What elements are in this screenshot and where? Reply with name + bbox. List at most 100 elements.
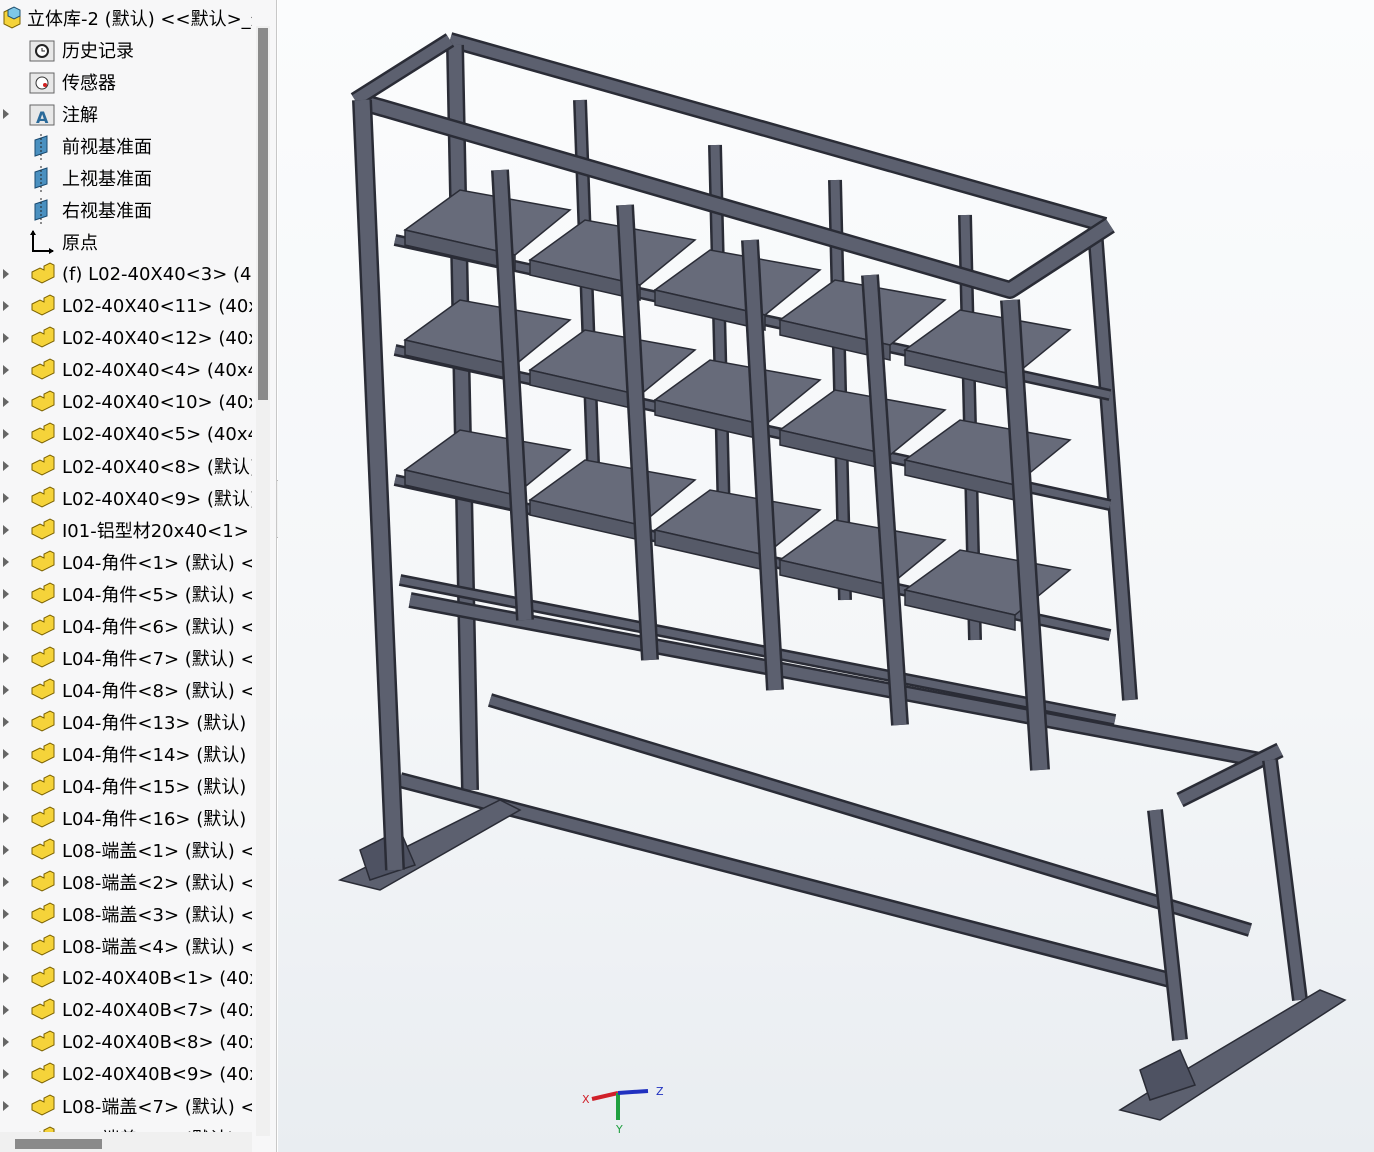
part-icon (31, 1062, 55, 1084)
expand-arrow-icon[interactable] (3, 1069, 9, 1079)
rack-3d-model[interactable] (278, 0, 1374, 1152)
expand-arrow-icon[interactable] (3, 781, 9, 791)
top-left-beam (352, 35, 453, 105)
expand-arrow-icon[interactable] (3, 973, 9, 983)
origin-icon (30, 230, 54, 254)
tree-root-label: 立体库-2 (默认) <<默认>_外 (27, 9, 252, 30)
tree-vertical-scroll-thumb[interactable] (258, 28, 268, 400)
tree-item-label: 前视基准面 (62, 137, 152, 158)
tree-item[interactable]: L04-角件<5> (默认) < (0, 578, 252, 610)
tree-item-label: L02-40X40B<8> (40x4 (62, 1031, 252, 1053)
tree-item-label: L04-角件<5> (默认) < (62, 585, 252, 606)
expand-arrow-icon[interactable] (3, 525, 9, 535)
expand-arrow-icon[interactable] (3, 397, 9, 407)
tree-item-label: 原点 (62, 233, 98, 254)
expand-arrow-icon[interactable] (3, 269, 9, 279)
back-left-post (448, 44, 477, 791)
expand-arrow-icon[interactable] (3, 333, 9, 343)
expand-arrow-icon[interactable] (3, 1101, 9, 1111)
tree-item[interactable]: L02-40X40B<1> (40x4 (0, 962, 252, 994)
expand-arrow-icon[interactable] (3, 653, 9, 663)
expand-arrow-icon[interactable] (3, 909, 9, 919)
expand-arrow-icon[interactable] (3, 717, 9, 727)
tree-root-assembly[interactable]: 立体库-2 (默认) <<默认>_外 (0, 2, 252, 34)
tree-item[interactable]: 历史记录 (0, 34, 252, 66)
tree-item[interactable]: L02-40X40<10> (40x4 (0, 386, 252, 418)
tree-item-label: (f) L02-40X40<3> (40 (62, 263, 252, 285)
tree-item[interactable]: L04-角件<15> (默认) < (0, 770, 252, 802)
history-folder-icon (29, 40, 55, 62)
tree-item[interactable]: L02-40X40<5> (40x40 (0, 418, 252, 450)
tree-item[interactable]: L08-端盖<7> (默认) < (0, 1090, 252, 1122)
top-back-beam (448, 34, 1107, 231)
z-axis-label: Z (656, 1085, 664, 1098)
tree-item[interactable]: L04-角件<8> (默认) < (0, 674, 252, 706)
x-axis-icon (591, 1091, 619, 1101)
tree-item[interactable]: L02-40X40<8> (默认) (0, 450, 252, 482)
expand-arrow-icon[interactable] (3, 301, 9, 311)
expand-arrow-icon[interactable] (3, 621, 9, 631)
tree-item[interactable]: L04-角件<7> (默认) < (0, 642, 252, 674)
tree-item[interactable]: L02-40X40<11> (40x4 (0, 290, 252, 322)
front-left-post (354, 99, 403, 871)
tree-item[interactable]: L08-端盖<3> (默认) < (0, 898, 252, 930)
tree-item[interactable]: L02-40X40<9> (默认) (0, 482, 252, 514)
part-icon (31, 774, 55, 796)
tree-item-label: L02-40X40<9> (默认) (62, 489, 252, 510)
expand-arrow-icon[interactable] (3, 685, 9, 695)
graphics-viewport[interactable]: X Y Z (278, 0, 1374, 1152)
expand-arrow-icon[interactable] (3, 813, 9, 823)
tree-item-label: L04-角件<14> (默认) < (62, 745, 252, 766)
assembly-icon (3, 6, 21, 29)
tree-item[interactable]: (f) L02-40X40<3> (40 (0, 258, 252, 290)
tree-item[interactable]: L04-角件<13> (默认) < (0, 706, 252, 738)
tree-item[interactable]: 传感器 (0, 66, 252, 98)
expand-arrow-icon[interactable] (3, 365, 9, 375)
expand-arrow-icon[interactable] (3, 557, 9, 567)
tree-item[interactable]: I01-铝型材20x40<1> ( (0, 514, 252, 546)
tree-item[interactable]: 上视基准面 (0, 162, 252, 194)
tree-item[interactable]: L02-40X40B<7> (40x4 (0, 994, 252, 1026)
tree-item[interactable]: L08-端盖<2> (默认) < (0, 866, 252, 898)
expand-arrow-icon[interactable] (3, 461, 9, 471)
tree-item-label: 注解 (62, 105, 98, 126)
expand-arrow-icon[interactable] (3, 493, 9, 503)
tree-item-label: L02-40X40<8> (默认) (62, 457, 252, 478)
tree-item-label: L04-角件<8> (默认) < (62, 681, 252, 702)
expand-arrow-icon[interactable] (3, 589, 9, 599)
expand-arrow-icon[interactable] (3, 1005, 9, 1015)
part-icon (31, 486, 55, 508)
tree-item[interactable]: L02-40X40B<8> (40x4 (0, 1026, 252, 1058)
tree-item-label: L02-40X40<4> (40x40 (62, 359, 252, 381)
tree-item-label: L08-端盖<7> (默认) < (62, 1097, 252, 1118)
part-icon (31, 710, 55, 732)
expand-arrow-icon[interactable] (3, 877, 9, 887)
expand-arrow-icon[interactable] (3, 941, 9, 951)
part-icon (31, 454, 55, 476)
expand-arrow-icon[interactable] (3, 429, 9, 439)
tree-item[interactable]: L02-40X40B<9> (40x4 (0, 1058, 252, 1090)
tree-item[interactable]: 原点 (0, 226, 252, 258)
tree-item[interactable]: L08-端盖<4> (默认) < (0, 930, 252, 962)
tree-item[interactable]: L02-40X40<12> (40x4 (0, 322, 252, 354)
tree-item[interactable]: L04-角件<6> (默认) < (0, 610, 252, 642)
part-icon (31, 998, 55, 1020)
expand-arrow-icon[interactable] (3, 845, 9, 855)
tree-item[interactable]: 右视基准面 (0, 194, 252, 226)
tree-item[interactable]: L08-端盖<1> (默认) < (0, 834, 252, 866)
tree-item[interactable]: L04-角件<1> (默认) < (0, 546, 252, 578)
tree-item[interactable]: L04-角件<16> (默认) < (0, 802, 252, 834)
tree-item-label: L02-40X40<10> (40x4 (62, 391, 252, 413)
tree-item-label: 传感器 (62, 73, 116, 94)
tree-item[interactable]: 前视基准面 (0, 130, 252, 162)
tree-item-label: L02-40X40B<1> (40x4 (62, 967, 252, 989)
tree-item-label: L04-角件<13> (默认) < (62, 713, 252, 734)
tree-item[interactable]: L02-40X40<4> (40x40 (0, 354, 252, 386)
tree-horizontal-scroll-thumb[interactable] (15, 1139, 102, 1149)
expand-arrow-icon[interactable] (3, 749, 9, 759)
tree-item[interactable]: A 注解 (0, 98, 252, 130)
expand-arrow-icon[interactable] (3, 1037, 9, 1047)
part-icon (31, 646, 55, 668)
expand-arrow-icon[interactable] (3, 109, 9, 119)
tree-item[interactable]: L04-角件<14> (默认) < (0, 738, 252, 770)
